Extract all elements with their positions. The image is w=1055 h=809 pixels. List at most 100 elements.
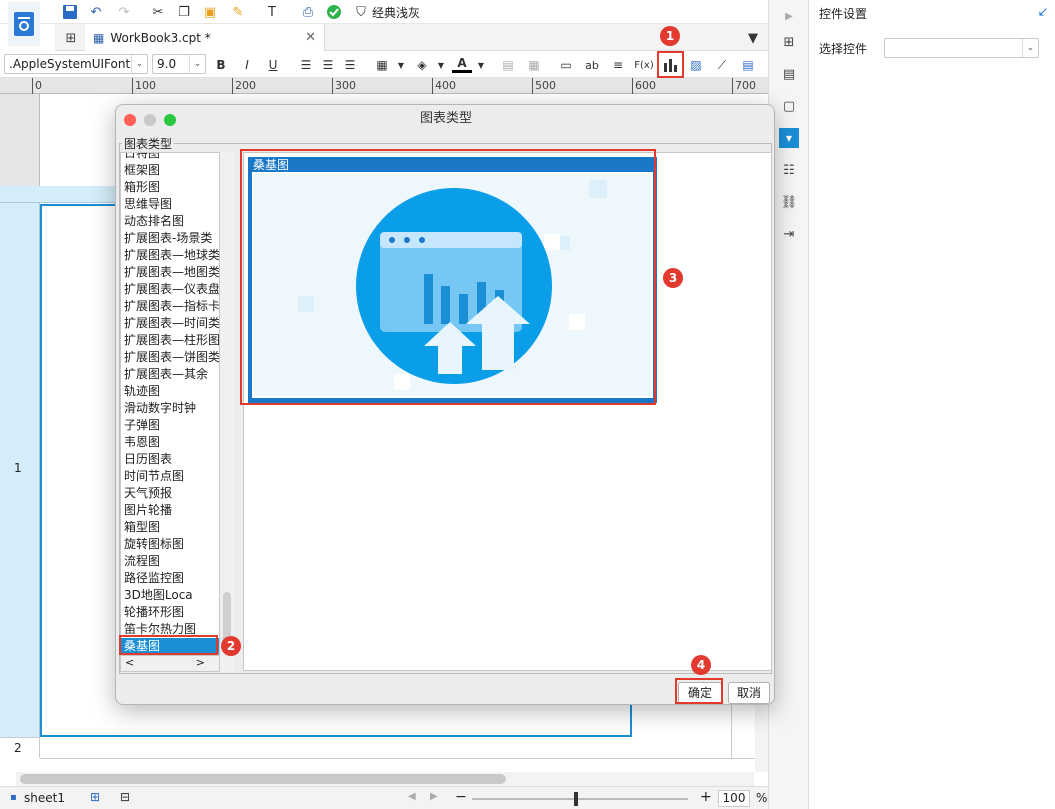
hyperlink-icon[interactable]: ⛓ <box>779 192 799 212</box>
condition-icon[interactable]: ☷ <box>779 160 799 180</box>
nav-right-icon[interactable]: ▶ <box>430 791 438 802</box>
font-name-select[interactable]: .AppleSystemUIFont ⌄ <box>4 54 148 74</box>
chart-type-item[interactable]: 旋转图标图 <box>124 536 184 553</box>
redo-icon[interactable]: ↷ <box>114 2 134 22</box>
sheet-tab[interactable]: sheet1 <box>24 791 65 805</box>
format-painter-icon[interactable]: ✎ <box>228 2 248 22</box>
chart-type-item[interactable]: 箱型图 <box>124 519 160 536</box>
chart-type-item[interactable]: 日历图表 <box>124 451 172 468</box>
cut-icon[interactable]: ✂ <box>148 2 168 22</box>
scroll-thumb[interactable] <box>20 774 506 784</box>
paste-icon[interactable]: ▣ <box>200 2 220 22</box>
app-logo-icon[interactable] <box>8 2 40 46</box>
add-sheet-icon[interactable]: ⊞ <box>90 790 100 804</box>
chart-type-item[interactable]: 扩展图表—指标卡 <box>124 298 219 315</box>
chart-type-item[interactable]: 3D地图Loca <box>124 587 193 604</box>
chart-type-item[interactable]: 扩展图表-场景类 <box>124 230 212 247</box>
close-icon[interactable]: ✕ <box>305 30 316 45</box>
list-scrollbar[interactable] <box>220 152 234 672</box>
border-dropdown-icon[interactable]: ▼ <box>391 55 411 75</box>
text-cell-button[interactable]: ab <box>582 55 602 75</box>
merge-icon[interactable]: ▤ <box>498 55 518 75</box>
chart-type-item[interactable]: 流程图 <box>124 553 160 570</box>
chart-type-item[interactable]: 轨迹图 <box>124 383 160 400</box>
font-color-icon[interactable]: A <box>452 55 472 73</box>
row-header-2[interactable]: 2 <box>0 737 40 758</box>
zoom-in-icon[interactable]: + <box>700 789 712 805</box>
list-horizontal-scrollbar[interactable]: < > <box>120 655 220 672</box>
chart-type-item[interactable]: 扩展图表—时间类 <box>124 315 219 332</box>
chart-type-item[interactable]: 滑动数字时钟 <box>124 400 196 417</box>
import-icon[interactable]: ⇥ <box>779 224 799 244</box>
underline-button[interactable]: U <box>263 55 283 75</box>
save-icon[interactable] <box>60 2 80 22</box>
collapse-icon[interactable]: ▼ <box>743 28 763 48</box>
align-right-icon[interactable]: ☰ <box>340 55 360 75</box>
theme-icon[interactable]: ⛉ <box>352 2 370 22</box>
zoom-window-button[interactable] <box>164 114 176 126</box>
chart-type-item[interactable]: 思维导图 <box>124 196 172 213</box>
check-icon[interactable] <box>324 2 344 22</box>
zoom-slider[interactable] <box>472 792 688 806</box>
add-poly-sheet-icon[interactable]: ⊟ <box>120 790 130 804</box>
paragraph-icon[interactable]: ≡ <box>608 55 628 75</box>
preview-icon[interactable]: ⎙ <box>298 2 318 22</box>
scroll-right-icon[interactable]: > <box>196 656 205 669</box>
chart-type-item[interactable]: 框架图 <box>124 162 160 179</box>
scroll-left-icon[interactable]: < <box>125 656 134 669</box>
pin-icon[interactable]: ↙ <box>1035 4 1051 20</box>
chart-type-item[interactable]: 时间节点图 <box>124 468 184 485</box>
zoom-out-icon[interactable]: − <box>455 789 467 805</box>
zoom-input[interactable]: 100 <box>718 790 750 807</box>
bold-button[interactable]: B <box>211 55 231 75</box>
chart-type-item[interactable]: 天气预报 <box>124 485 172 502</box>
chart-type-item[interactable]: 箱形图 <box>124 179 160 196</box>
zoom-slider-thumb[interactable] <box>574 792 578 806</box>
font-color-dropdown-icon[interactable]: ▼ <box>471 55 491 75</box>
row-number-1[interactable]: 1 <box>14 461 22 475</box>
close-window-button[interactable] <box>124 114 136 126</box>
float-element-icon[interactable]: ▢ <box>779 96 799 116</box>
split-icon[interactable]: ▦ <box>524 55 544 75</box>
text-icon[interactable]: T <box>262 2 282 22</box>
row-header[interactable]: 1 <box>0 203 40 758</box>
align-left-icon[interactable]: ☰ <box>296 55 316 75</box>
fill-color-icon[interactable]: ◈ <box>412 55 432 75</box>
formula-button[interactable]: F(x) <box>634 55 654 75</box>
chart-type-item[interactable]: 扩展图表—地图类 <box>124 264 219 281</box>
subreport-icon[interactable]: ▤ <box>738 55 758 75</box>
font-size-select[interactable]: 9.0 ⌄ <box>152 54 206 74</box>
fill-dropdown-icon[interactable]: ▼ <box>431 55 451 75</box>
chart-type-item[interactable]: 扩展图表—饼图类 <box>124 349 219 366</box>
chart-type-item[interactable]: 图片轮播 <box>124 502 172 519</box>
widget-settings-icon[interactable]: ▼ <box>779 128 799 148</box>
cell-attribute-icon[interactable]: ▤ <box>779 64 799 84</box>
chart-type-list[interactable]: 日特图 框架图 箱形图 思维导图 动态排名图 扩展图表-场景类 扩展图表—地球类 扩展图表—地… <box>120 152 220 655</box>
border-icon[interactable]: ▦ <box>372 55 392 75</box>
italic-button[interactable]: I <box>237 55 257 75</box>
image-icon[interactable]: ▨ <box>686 55 706 75</box>
cell-element-icon[interactable]: ⊞ <box>779 32 799 52</box>
tab-workbook[interactable]: ▦ WorkBook3.cpt * ✕ <box>85 24 325 51</box>
chart-type-item[interactable]: 扩展图表—其余 <box>124 366 208 383</box>
chart-type-item[interactable]: 子弹图 <box>124 417 160 434</box>
select-widget-dropdown[interactable]: ⌄ <box>884 38 1039 58</box>
chart-type-item[interactable]: 路径监控图 <box>124 570 184 587</box>
expand-arrow-icon[interactable]: ▶ <box>779 6 799 26</box>
grid-icon[interactable]: ⊞ <box>61 28 81 48</box>
chart-type-item[interactable]: 轮播环形图 <box>124 604 184 621</box>
slash-icon[interactable]: ⟋ <box>712 55 732 75</box>
undo-icon[interactable]: ↶ <box>86 2 106 22</box>
chart-type-item[interactable]: 扩展图表—柱形图 <box>124 332 219 349</box>
minimize-window-button[interactable] <box>144 114 156 126</box>
chart-type-item[interactable]: 日特图 <box>124 153 160 162</box>
align-center-icon[interactable]: ☰ <box>318 55 338 75</box>
chart-type-item[interactable]: 韦恩图 <box>124 434 160 451</box>
copy-icon[interactable]: ❐ <box>174 2 194 22</box>
theme-label[interactable]: 经典浅灰 <box>372 4 420 21</box>
nav-left-icon[interactable]: ◀ <box>408 791 416 802</box>
chart-type-item[interactable]: 动态排名图 <box>124 213 184 230</box>
chart-type-item[interactable]: 扩展图表—仪表盘 <box>124 281 219 298</box>
horizontal-scrollbar[interactable] <box>16 772 754 786</box>
chart-type-item[interactable]: 扩展图表—地球类 <box>124 247 219 264</box>
